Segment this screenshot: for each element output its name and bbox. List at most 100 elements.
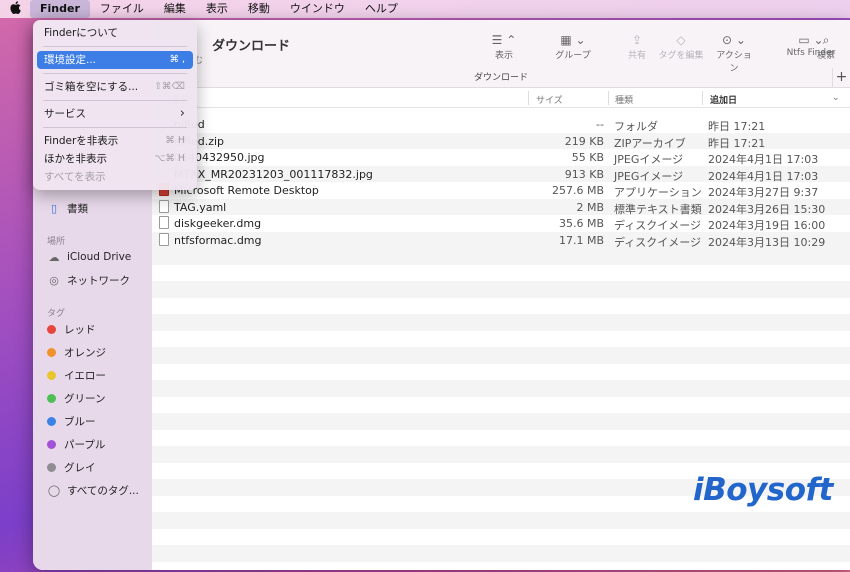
menu-finder[interactable]: Finder (30, 0, 90, 18)
file-size: 55 KB (571, 151, 604, 164)
menu-edit[interactable]: 編集 (154, 0, 196, 18)
menu-shortcut: ⌘ , (169, 54, 185, 65)
sort-chevron-icon[interactable]: ⌄ (832, 93, 840, 103)
menu-item-label: サービス (44, 108, 86, 120)
sidebar-tag-yellow[interactable]: イエロー (47, 366, 106, 384)
search-label: 検索 (816, 51, 835, 61)
sidebar-tag-purple[interactable]: パープル (47, 435, 105, 453)
sidebar-item-label: レッド (64, 323, 96, 336)
menu-item-preferences[interactable]: 環境設定... ⌘ , (37, 51, 193, 69)
file-size: 257.6 MB (551, 184, 604, 197)
menu-help[interactable]: ヘルプ (355, 0, 408, 18)
sidebar-all-tags[interactable]: ◯ すべてのタグ... (47, 481, 139, 499)
column-divider[interactable] (528, 91, 529, 105)
purple-tag-dot-icon (47, 439, 56, 449)
sidebar-tag-gray[interactable]: グレイ (47, 458, 96, 476)
sidebar-tag-green[interactable]: グリーン (47, 389, 105, 407)
menu-item-label: ゴミ箱を空にする... (44, 81, 139, 93)
sidebar-item-label: すべてのタグ... (67, 484, 139, 497)
sidebar-item-label: iCloud Drive (67, 251, 132, 263)
menu-window[interactable]: ウインドウ (280, 0, 355, 18)
sidebar-tag-orange[interactable]: オレンジ (47, 343, 106, 361)
sidebar-item-label: オレンジ (64, 346, 106, 359)
sidebar-item-icloud[interactable]: ☁ iCloud Drive (47, 248, 132, 266)
menu-item-show-all: すべてを表示 (37, 168, 193, 186)
sidebar-item-label: グリーン (64, 392, 106, 405)
action-label: アクション (716, 51, 752, 74)
sidebar-item-label: 書類 (67, 202, 88, 215)
sidebar-item-label: グレイ (64, 461, 96, 474)
green-tag-dot-icon (47, 393, 56, 403)
menu-shortcut: ⇧⌘⌫ (154, 81, 185, 92)
add-tab-button[interactable]: + (832, 68, 850, 87)
network-icon: ◎ (49, 273, 59, 287)
gray-tag-dot-icon (47, 462, 56, 472)
orange-tag-dot-icon (47, 347, 56, 357)
cloud-icon: ☁ (48, 250, 60, 264)
disk-image-icon (159, 216, 169, 229)
sidebar-tag-blue[interactable]: ブルー (47, 412, 96, 430)
sidebar-header-places: 場所 (47, 237, 66, 247)
share-icon: ⇪ (631, 33, 643, 47)
menu-item-services[interactable]: サービス › (37, 105, 193, 123)
sidebar-item-network[interactable]: ◎ ネットワーク (47, 271, 130, 289)
sidebar-header-tags: タグ (47, 309, 66, 319)
grid-icon: ▦ ⌄ (560, 33, 586, 47)
file-row[interactable]: MTXX_MR20231203_001117832.jpg 913 KB JPE… (152, 165, 850, 183)
file-list: nified -- フォルダ 昨日 17:21 nified.zip 219 K… (152, 116, 850, 249)
column-divider[interactable] (608, 91, 609, 105)
toolbar: む ダウンロード ☰ ⌃ 表示 ▦ ⌄ グループ ⇪ 共有 ◇ タグを編集 ⊙ … (152, 20, 850, 88)
search-button[interactable]: ⌕ 検索 (816, 32, 836, 61)
tag-icon: ◇ (676, 33, 686, 47)
menu-item-label: Finderを非表示 (44, 135, 119, 147)
menu-view[interactable]: 表示 (196, 0, 238, 18)
share-label: 共有 (627, 51, 646, 61)
file-name: ntfsformac.dmg (174, 233, 262, 247)
menu-item-label: すべてを表示 (44, 171, 106, 183)
document-icon: ▯ (50, 201, 58, 215)
sidebar-item-documents[interactable]: ▯ 書類 (47, 199, 88, 217)
apple-icon[interactable] (0, 1, 30, 17)
file-size: 2 MB (576, 200, 604, 214)
view-button[interactable]: ☰ ⌃ 表示 (484, 32, 524, 61)
menu-item-label: ほかを非表示 (44, 153, 107, 165)
view-label: 表示 (494, 51, 513, 61)
menu-item-hide-finder[interactable]: Finderを非表示 ⌘ H (37, 132, 193, 150)
menu-separator (43, 127, 187, 128)
column-divider[interactable] (702, 91, 703, 105)
menu-item-about-finder[interactable]: Finderについて (37, 24, 193, 42)
edit-tags-button[interactable]: ◇ タグを編集 (656, 32, 706, 61)
sidebar-tag-red[interactable]: レッド (47, 320, 96, 338)
list-view-icon: ☰ ⌃ (491, 33, 517, 47)
column-kind[interactable]: 種類 (615, 93, 633, 106)
file-row[interactable]: ntfsformac.dmg 17.1 MB ディスクイメージ 2024年3月1… (152, 231, 850, 249)
group-button[interactable]: ▦ ⌄ グループ (550, 32, 596, 61)
menu-separator (43, 100, 187, 101)
file-name: TAG.yaml (174, 200, 227, 214)
file-row[interactable]: TAG.yaml 2 MB 標準テキスト書類 2024年3月26日 15:30 (152, 198, 850, 216)
menu-file[interactable]: ファイル (90, 0, 154, 18)
file-row[interactable]: nified.zip 219 KB ZIPアーカイブ 昨日 17:21 (152, 132, 850, 150)
menu-separator (43, 73, 187, 74)
edit-tags-label: タグを編集 (658, 51, 704, 61)
file-name: MTXX_MR20231203_001117832.jpg (174, 167, 373, 181)
sidebar-item-label: パープル (64, 438, 106, 451)
file-size: 913 KB (564, 167, 604, 181)
column-size[interactable]: サイズ (536, 93, 563, 106)
file-row[interactable]: diskgeeker.dmg 35.6 MB ディスクイメージ 2024年3月1… (152, 215, 850, 232)
column-date[interactable]: 追加日 (710, 93, 737, 106)
file-row[interactable]: nified -- フォルダ 昨日 17:21 (152, 116, 850, 133)
action-button[interactable]: ⊙ ⌄ アクション (712, 32, 756, 74)
file-size: 219 KB (564, 134, 604, 148)
menu-item-hide-others[interactable]: ほかを非表示 ⌥⌘ H (37, 150, 193, 168)
file-row[interactable]: Microsoft Remote Desktop 257.6 MB アプリケーシ… (152, 182, 850, 199)
file-row[interactable]: 0640432950.jpg 55 KB JPEGイメージ 2024年4月1日 … (152, 149, 850, 166)
group-label: グループ (555, 51, 591, 61)
menu-item-empty-trash[interactable]: ゴミ箱を空にする... ⇧⌘⌫ (37, 78, 193, 96)
share-button[interactable]: ⇪ 共有 (622, 32, 652, 61)
menu-go[interactable]: 移動 (238, 0, 280, 18)
window-title: ダウンロード (212, 39, 291, 54)
file-size: -- (596, 118, 604, 131)
iboysoft-watermark-logo: iBoysoft (693, 472, 833, 508)
column-header: 名前 サイズ 種類 追加日 ⌄ (152, 88, 850, 108)
